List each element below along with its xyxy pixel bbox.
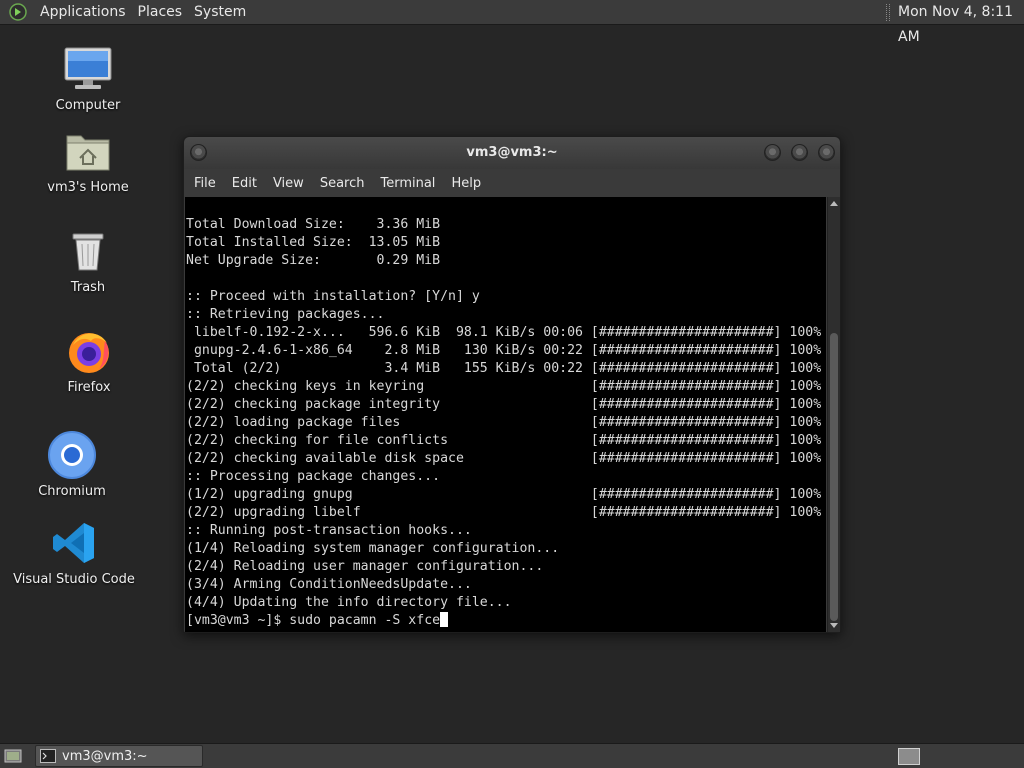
desktop-icon-label: Visual Studio Code: [13, 572, 135, 587]
vscode-icon: [49, 518, 99, 568]
clock[interactable]: Mon Nov 4, 8:11 AM: [898, 0, 1024, 50]
menu-view[interactable]: View: [267, 176, 310, 191]
terminal-line: (1/2) upgrading gnupg [#################…: [186, 487, 822, 502]
terminal-line: :: Retrieving packages...: [186, 307, 385, 322]
terminal-line: gnupg-2.4.6-1-x86_64 2.8 MiB 130 KiB/s 0…: [186, 343, 822, 358]
desktop-icon-chromium[interactable]: Chromium: [7, 430, 137, 499]
menu-help[interactable]: Help: [445, 176, 487, 191]
desktop-icon-label: vm3's Home: [47, 180, 129, 195]
terminal-line: Total Installed Size: 13.05 MiB: [186, 235, 441, 250]
workspace-switcher[interactable]: [898, 748, 920, 765]
taskbar-button-terminal[interactable]: vm3@vm3:~: [35, 745, 203, 767]
terminal-line: (2/2) checking package integrity [######…: [186, 397, 822, 412]
menu-edit[interactable]: Edit: [226, 176, 263, 191]
desktop-icon-computer[interactable]: Computer: [23, 44, 153, 113]
menu-file[interactable]: File: [188, 176, 222, 191]
prompt-line[interactable]: [vm3@vm3 ~]$ sudo pacamn -S xfce: [185, 612, 826, 630]
computer-icon: [63, 44, 113, 94]
terminal-line: :: Running post-transaction hooks...: [186, 523, 472, 538]
menu-search[interactable]: Search: [314, 176, 371, 191]
menu-applications[interactable]: Applications: [34, 0, 132, 25]
taskbar-button-label: vm3@vm3:~: [62, 748, 148, 764]
terminal-scrollbar[interactable]: [827, 197, 840, 632]
desktop-icon-label: Chromium: [38, 484, 106, 499]
menu-system[interactable]: System: [188, 0, 252, 25]
command-input[interactable]: sudo pacamn -S xfce: [289, 613, 440, 628]
terminal-line: Total Download Size: 3.36 MiB: [186, 217, 441, 232]
trash-icon: [63, 226, 113, 276]
panel-separator: [886, 4, 890, 21]
menu-terminal[interactable]: Terminal: [374, 176, 441, 191]
terminal-line: (2/2) checking available disk space [###…: [186, 451, 822, 466]
terminal-menu-bar: File Edit View Search Terminal Help: [184, 169, 840, 197]
distro-logo-icon[interactable]: [8, 2, 28, 22]
terminal-output[interactable]: Total Download Size: 3.36 MiB Total Inst…: [185, 197, 826, 632]
terminal-line: (2/2) loading package files [###########…: [186, 415, 822, 430]
maximize-button[interactable]: [791, 144, 808, 161]
menu-places[interactable]: Places: [132, 0, 189, 25]
top-panel: Applications Places System Mon Nov 4, 8:…: [0, 0, 1024, 45]
desktop-icon-label: Computer: [55, 98, 121, 113]
desktop-icon-home[interactable]: vm3's Home: [23, 126, 153, 195]
desktop-icon-firefox[interactable]: Firefox: [24, 326, 154, 395]
terminal-line: (2/2) upgrading libelf [################…: [186, 505, 822, 520]
text-cursor: [440, 612, 449, 627]
terminal-line: (1/4) Reloading system manager configura…: [186, 541, 560, 556]
terminal-line: (3/4) Arming ConditionNeedsUpdate...: [186, 577, 472, 592]
terminal-line: Net Upgrade Size: 0.29 MiB: [186, 253, 441, 268]
home-folder-icon: [63, 126, 113, 176]
terminal-line: (4/4) Updating the info directory file..…: [186, 595, 512, 610]
show-desktop-icon[interactable]: [4, 747, 22, 765]
desktop-icon-label: Trash: [70, 280, 106, 295]
scrollbar-thumb[interactable]: [830, 333, 838, 621]
desktop-icon-label: Firefox: [67, 380, 111, 395]
bottom-panel: vm3@vm3:~: [0, 743, 1024, 768]
shell-prompt: [vm3@vm3 ~]$: [186, 613, 290, 628]
scroll-up-arrow-icon[interactable]: [830, 201, 838, 206]
terminal-line: :: Processing package changes...: [186, 469, 441, 484]
title-bar[interactable]: vm3@vm3:~: [184, 137, 840, 169]
desktop-icon-trash[interactable]: Trash: [23, 226, 153, 295]
close-button[interactable]: [818, 144, 835, 161]
minimize-button[interactable]: [764, 144, 781, 161]
terminal-line: Total (2/2) 3.4 MiB 155 KiB/s 00:22 [###…: [186, 361, 822, 376]
terminal-line: (2/4) Reloading user manager configurati…: [186, 559, 544, 574]
terminal-line: (2/2) checking keys in keyring [########…: [186, 379, 822, 394]
scroll-down-arrow-icon[interactable]: [830, 623, 838, 628]
desktop-icon-vscode[interactable]: Visual Studio Code: [9, 518, 139, 587]
terminal-line: (2/2) checking for file conflicts [#####…: [186, 433, 822, 448]
chromium-icon: [47, 430, 97, 480]
terminal-line: libelf-0.192-2-x... 596.6 KiB 98.1 KiB/s…: [186, 325, 822, 340]
window-title: vm3@vm3:~: [466, 145, 558, 160]
terminal-window[interactable]: vm3@vm3:~ File Edit View Search Terminal…: [183, 136, 841, 633]
firefox-icon: [64, 326, 114, 376]
terminal-icon: [40, 749, 56, 763]
terminal-line: :: Proceed with installation? [Y/n] y: [186, 289, 480, 304]
